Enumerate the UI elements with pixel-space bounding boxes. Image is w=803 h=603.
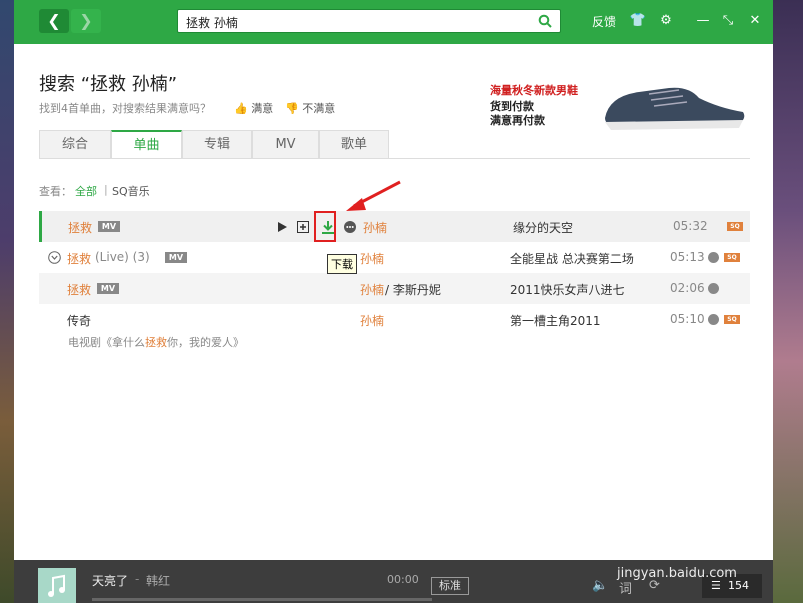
sq-badge: SQ	[724, 253, 740, 262]
download-tooltip: 下载	[327, 254, 357, 274]
mv-badge[interactable]: MV	[97, 283, 119, 294]
song-row[interactable]: 拯救 (Live) (3) MV 孙楠 全能星战 总决赛第二场 05:13 SQ	[39, 242, 750, 273]
feedback-link[interactable]: 反馈	[592, 13, 616, 30]
page-title: 搜索 “拯救 孙楠”	[39, 74, 178, 95]
ad-line-3: 满意再付款	[490, 114, 545, 127]
search-input[interactable]: 拯救 孙楠	[186, 14, 238, 31]
now-playing-separator: -	[135, 572, 140, 586]
globe-icon	[708, 283, 719, 294]
tab-songs[interactable]: 单曲	[111, 130, 182, 159]
filter-label: 查看：	[39, 185, 72, 198]
sq-badge: SQ	[724, 315, 740, 324]
song-title[interactable]: 拯救	[67, 250, 91, 267]
artist-name[interactable]: 孙楠	[360, 250, 384, 267]
music-note-icon	[48, 574, 65, 597]
artist-name[interactable]: 孙楠	[360, 281, 384, 298]
satisfied-label: 满意	[251, 102, 274, 115]
tab-mv[interactable]: MV	[252, 130, 319, 159]
back-button[interactable]: ❮	[39, 9, 69, 33]
song-row[interactable]: 拯救 MV 孙楠 缘分的天空 05:32 SQ	[39, 211, 750, 242]
thumbs-up-icon: 👍	[234, 102, 248, 115]
globe-icon	[708, 252, 719, 263]
mini-mode-icon[interactable]: ⤡	[719, 12, 737, 30]
ad-headline: 海量秋冬新款男鞋	[490, 84, 578, 97]
music-app-window: ❮ ❯ 拯救 孙楠 反馈 👕 ⚙ — ⤡ ✕ 搜索 “拯救 孙楠” 找到4首单曲…	[14, 0, 773, 603]
song-duration: 02:06	[670, 281, 705, 295]
album-name[interactable]: 2011快乐女声八进七	[510, 281, 625, 298]
satisfied-button[interactable]: 👍 满意	[234, 100, 273, 116]
close-icon[interactable]: ✕	[746, 12, 764, 30]
volume-icon[interactable]: 🔈	[592, 578, 608, 593]
song-version: (Live) (3)	[95, 250, 150, 264]
album-cover[interactable]	[38, 568, 76, 603]
red-arrow-annotation	[346, 180, 401, 211]
download-highlight-box	[314, 211, 336, 242]
song-title[interactable]: 传奇	[67, 312, 91, 329]
skin-shirt-icon[interactable]: 👕	[629, 12, 647, 30]
mv-badge[interactable]: MV	[165, 252, 187, 263]
song-row[interactable]: 传奇 孙楠 第一槽主角2011 05:10 SQ	[39, 304, 750, 335]
description-text: 电视剧《拿什么	[68, 336, 145, 349]
quality-selector[interactable]: 标准	[431, 577, 469, 595]
artist-name[interactable]: 孙楠	[363, 219, 387, 236]
title-bar: ❮ ❯ 拯救 孙楠 反馈 👕 ⚙ — ⤡ ✕	[14, 0, 773, 44]
forward-button[interactable]: ❯	[71, 9, 101, 33]
artist-name-2[interactable]: / 李斯丹妮	[385, 281, 441, 298]
globe-icon	[708, 314, 719, 325]
description-text-end: 你，我的爱人》	[167, 336, 244, 349]
shoe-image	[605, 87, 745, 130]
artist-name[interactable]: 孙楠	[360, 312, 384, 329]
unsatisfied-button[interactable]: 👎 不满意	[285, 100, 335, 116]
watermark-url: jingyan.baidu.com	[617, 566, 737, 581]
search-box[interactable]: 拯救 孙楠	[177, 9, 561, 33]
tab-all[interactable]: 综合	[39, 130, 111, 159]
sq-badge: SQ	[727, 222, 743, 231]
tab-albums[interactable]: 专辑	[182, 130, 252, 159]
expand-chevron-icon[interactable]	[48, 251, 61, 264]
song-title[interactable]: 拯救	[67, 281, 91, 298]
tabs-divider	[39, 158, 750, 159]
filter-all[interactable]: 全部	[75, 183, 97, 199]
now-playing-title[interactable]: 天亮了	[92, 572, 128, 589]
song-duration: 05:32	[673, 219, 708, 233]
more-options-icon[interactable]	[344, 221, 356, 233]
minimize-icon[interactable]: —	[694, 12, 712, 30]
song-duration: 05:13	[670, 250, 705, 264]
now-playing-artist[interactable]: 韩红	[146, 572, 170, 589]
mv-badge[interactable]: MV	[98, 221, 120, 232]
progress-bar[interactable]	[92, 598, 432, 601]
result-count-text: 找到4首单曲，对搜索结果满意吗？	[39, 102, 211, 115]
play-icon[interactable]	[276, 221, 288, 233]
thumbs-down-icon: 👎	[285, 102, 299, 115]
description-highlight: 拯救	[145, 336, 167, 349]
desktop-left-strip	[0, 0, 14, 603]
search-icon[interactable]	[538, 14, 552, 28]
tab-playlists[interactable]: 歌单	[319, 130, 389, 159]
song-title[interactable]: 拯救	[68, 219, 92, 236]
baidu-watermark: Baidu经验	[615, 525, 761, 558]
settings-gear-icon[interactable]: ⚙	[657, 12, 675, 30]
shoe-advertisement[interactable]: 海量秋冬新款男鞋 货到付款 满意再付款	[484, 74, 754, 136]
album-name[interactable]: 全能星战 总决赛第二场	[510, 250, 634, 267]
song-description: 电视剧《拿什么拯救你，我的爱人》	[68, 334, 244, 350]
add-to-list-icon[interactable]	[297, 221, 309, 233]
filter-sq-music[interactable]: SQ音乐	[112, 183, 150, 199]
album-name[interactable]: 缘分的天空	[513, 219, 573, 236]
song-row[interactable]: 拯救 MV 孙楠 / 李斯丹妮 2011快乐女声八进七 02:06	[39, 273, 750, 304]
song-duration: 05:10	[670, 312, 705, 326]
unsatisfied-label: 不满意	[302, 102, 336, 115]
album-name[interactable]: 第一槽主角2011	[510, 312, 601, 329]
filter-separator: |	[104, 183, 108, 196]
playback-time: 00:00	[387, 573, 419, 586]
